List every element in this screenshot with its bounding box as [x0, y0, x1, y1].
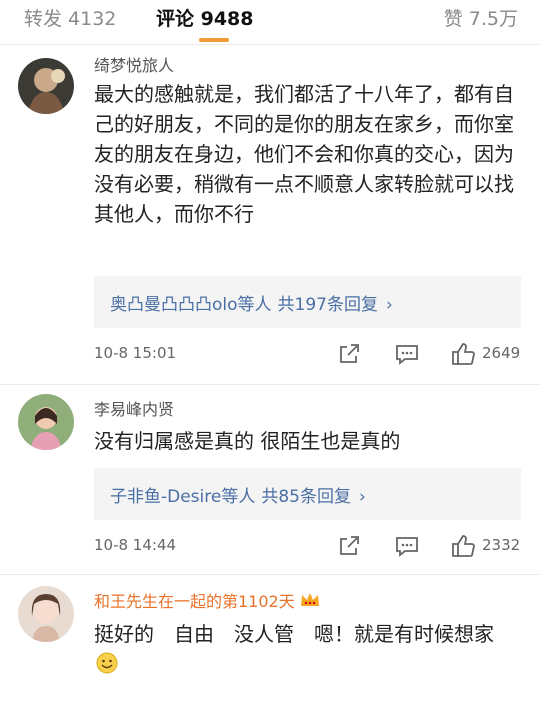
avatar[interactable]: [18, 58, 74, 114]
tab-forward[interactable]: 转发 4132: [24, 4, 116, 31]
divider: [0, 44, 540, 45]
like-icon[interactable]: [450, 342, 476, 370]
comment-tabs: 转发 4132 评论 9488 赞 7.5万: [0, 0, 540, 44]
comment-text: 没有归属感是真的 很陌生也是真的: [94, 429, 401, 453]
reply-users: 子非鱼-Desire等人: [110, 487, 256, 507]
crown-badge-icon: [299, 590, 321, 614]
comment-text: 最大的感触就是，我们都活了十八年了，都有自己的好朋友，不同的是你的朋友在家乡，而…: [94, 82, 514, 226]
share-icon[interactable]: [337, 534, 361, 562]
comment-icon[interactable]: [394, 534, 420, 562]
share-icon[interactable]: [337, 342, 361, 370]
reply-summary[interactable]: 奥凸曼凸凸凸olo等人 共197条回复 ›: [94, 276, 521, 328]
comment-time: 10-8 15:01: [94, 344, 177, 362]
comment-text: 挺好的 自由 没人管 嗯！就是有时候想家: [94, 619, 514, 682]
comment-username[interactable]: 李易峰内贤: [94, 396, 174, 420]
reply-count: 共85条回复: [261, 487, 351, 507]
smile-emoji-icon: [96, 652, 118, 682]
comment-meta: 10-8 15:01 2649: [94, 342, 530, 368]
tab-comments[interactable]: 评论 9488: [156, 4, 254, 31]
reply-summary[interactable]: 子非鱼-Desire等人 共85条回复 ›: [94, 468, 521, 520]
tab-likes[interactable]: 赞 7.5万: [444, 4, 518, 31]
divider: [0, 384, 540, 385]
comment-icon[interactable]: [394, 342, 420, 370]
comment-username[interactable]: 和王先生在一起的第1102天: [94, 588, 321, 614]
avatar[interactable]: [18, 586, 74, 642]
like-count: 2332: [482, 536, 521, 554]
chevron-right-icon: ›: [385, 295, 393, 315]
divider: [0, 574, 540, 575]
like-count: 2649: [482, 344, 521, 362]
like-icon[interactable]: [450, 534, 476, 562]
comment-time: 10-8 14:44: [94, 536, 177, 554]
comment-meta: 10-8 14:44 2332: [94, 534, 530, 560]
reply-count: 共197条回复: [277, 295, 378, 315]
active-tab-indicator: [199, 38, 229, 42]
reply-users: 奥凸曼凸凸凸olo等人: [110, 295, 272, 315]
chevron-right-icon: ›: [358, 487, 366, 507]
comment-username[interactable]: 绮梦悦旅人: [94, 52, 174, 76]
avatar[interactable]: [18, 394, 74, 450]
